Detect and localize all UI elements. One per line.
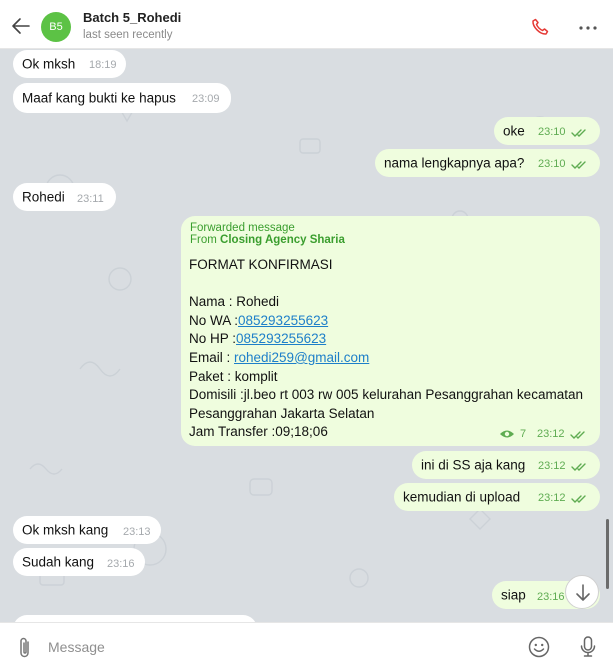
- message-text: Sudah kang: [22, 554, 95, 570]
- field-domisili-line1: Domisili :jl.beo rt 003 rw 005 kelurahan…: [189, 387, 583, 403]
- email-link[interactable]: rohedi259@gmail.com: [234, 350, 369, 365]
- message-bubble-incoming[interactable]: Ok mksh kang 23:13: [13, 516, 161, 544]
- message-text: Rohedi: [22, 189, 65, 205]
- read-check-icon: [571, 129, 586, 137]
- forwarded-from[interactable]: From Closing Agency Sharia: [190, 234, 345, 246]
- wa-phone-link[interactable]: 085293255623: [238, 313, 328, 328]
- message-time: 23:16: [107, 558, 135, 570]
- phone-icon[interactable]: [530, 17, 550, 37]
- message-time: 23:12: [538, 460, 566, 472]
- message-time: 23:12: [538, 492, 566, 504]
- message-time: 23:09: [192, 93, 220, 105]
- message-text: kemudian di upload: [403, 489, 521, 505]
- back-arrow-icon[interactable]: [10, 15, 32, 37]
- message-bubble-incoming[interactable]: Ok mksh 18:19: [13, 50, 126, 78]
- wa-label: No WA :: [189, 312, 239, 328]
- forwarded-body: FORMAT KONFIRMASI Nama : Rohedi No WA :0…: [189, 256, 583, 442]
- message-time: 23:10: [538, 126, 566, 138]
- message-text: Maaf kang bukti ke hapus: [22, 90, 176, 106]
- view-count: 7: [520, 428, 527, 440]
- message-text: Ok mksh kang: [22, 522, 109, 538]
- message-composer: [0, 622, 613, 671]
- message-time: 18:19: [89, 59, 117, 71]
- message-bubble-outgoing[interactable]: kemudian di upload 23:12: [394, 483, 600, 511]
- scrollbar-thumb[interactable]: [606, 519, 609, 589]
- message-bubble-incoming[interactable]: Rohedi 23:11: [13, 183, 116, 211]
- arrow-down-icon: [576, 584, 590, 601]
- field-email: Email : rohedi259@gmail.com: [189, 349, 583, 368]
- scroll-to-bottom-button[interactable]: [565, 575, 599, 609]
- read-check-icon: [571, 161, 586, 169]
- field-nama: Nama : Rohedi: [189, 294, 280, 310]
- read-check-icon: [571, 463, 586, 471]
- message-text: siap: [501, 587, 526, 603]
- hp-label: No HP :: [189, 331, 237, 347]
- forwarded-message-bubble[interactable]: Forwarded message From Closing Agency Sh…: [181, 216, 600, 446]
- more-icon[interactable]: [578, 18, 598, 38]
- message-time: 23:16: [537, 591, 565, 603]
- field-wa: No WA :085293255623: [189, 312, 583, 331]
- forwarded-from-name[interactable]: Closing Agency Sharia: [220, 234, 345, 246]
- message-bubble-outgoing[interactable]: oke 23:10: [494, 117, 600, 145]
- message-time: 23:12: [537, 428, 565, 440]
- message-bubble-outgoing[interactable]: nama lengkapnya apa? 23:10: [375, 149, 600, 177]
- email-label: Email :: [189, 349, 235, 365]
- message-text: oke: [503, 123, 525, 139]
- message-bubble-outgoing[interactable]: ini di SS aja kang 23:12: [412, 451, 600, 479]
- read-check-icon: [570, 431, 585, 439]
- message-bubble-incoming-partial[interactable]: [13, 615, 257, 622]
- field-domisili-line2: Pesanggrahan Jakarta Selatan: [189, 405, 375, 421]
- microphone-icon[interactable]: [578, 635, 598, 659]
- message-bubble-incoming[interactable]: Maaf kang bukti ke hapus 23:09: [13, 83, 231, 113]
- message-time: 23:13: [123, 526, 151, 538]
- forwarded-label: Forwarded message: [190, 222, 295, 234]
- field-hp: No HP :085293255623: [189, 330, 583, 349]
- message-time: 23:11: [77, 193, 104, 205]
- smiley-icon[interactable]: [528, 636, 550, 658]
- chat-status: last seen recently: [83, 29, 173, 41]
- message-text: Ok mksh: [22, 56, 76, 72]
- paperclip-icon[interactable]: [15, 636, 35, 660]
- chat-area[interactable]: Ok mksh 18:19 Maaf kang bukti ke hapus 2…: [0, 49, 613, 622]
- message-time: 23:10: [538, 158, 566, 170]
- message-input[interactable]: [48, 635, 508, 659]
- chat-header: B5 Batch 5_Rohedi last seen recently: [0, 0, 613, 49]
- forwarded-from-prefix: From: [190, 234, 217, 246]
- message-text: nama lengkapnya apa?: [384, 155, 525, 171]
- message-bubble-incoming[interactable]: Sudah kang 23:16: [13, 548, 145, 576]
- field-paket: Paket : komplit: [189, 368, 278, 384]
- chat-title[interactable]: Batch 5_Rohedi: [83, 10, 181, 25]
- message-text: ini di SS aja kang: [421, 457, 526, 473]
- avatar[interactable]: B5: [41, 12, 71, 42]
- confirmation-heading: FORMAT KONFIRMASI: [189, 257, 333, 272]
- eye-icon: [500, 430, 514, 438]
- read-check-icon: [571, 495, 586, 503]
- hp-phone-link[interactable]: 085293255623: [236, 331, 326, 346]
